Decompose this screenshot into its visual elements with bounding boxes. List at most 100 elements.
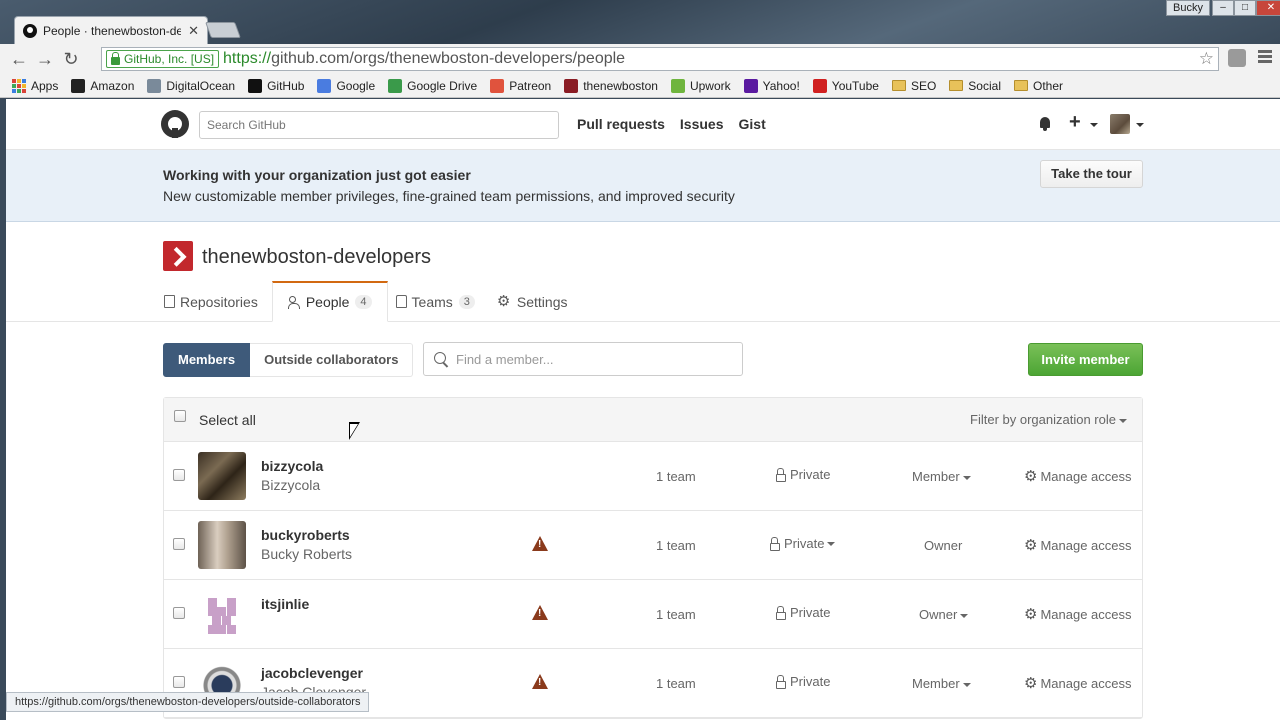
- ev-certificate-badge[interactable]: GitHub, Inc. [US]: [106, 50, 220, 68]
- bookmark-patreon[interactable]: Patreon: [490, 78, 551, 93]
- address-bar[interactable]: GitHub, Inc. [US] https://github.com/org…: [101, 47, 1219, 71]
- url-text[interactable]: https://github.com/orgs/thenewboston-dev…: [223, 50, 625, 68]
- outside-collaborators-tab[interactable]: Outside collaborators: [250, 343, 414, 377]
- header-nav: Pull requests Issues Gist: [577, 116, 766, 132]
- bookmark-youtube[interactable]: YouTube: [812, 78, 879, 93]
- thenewboston-icon: [564, 78, 579, 93]
- tab-close-icon[interactable]: ✕: [188, 23, 199, 39]
- select-all-label[interactable]: Select all: [199, 412, 256, 428]
- member-teams-link[interactable]: 1 team: [656, 469, 696, 484]
- bookmark-social[interactable]: Social: [949, 79, 1001, 93]
- two-factor-warning-icon[interactable]: [532, 674, 548, 689]
- member-checkbox[interactable]: [173, 607, 185, 619]
- tab-repositories[interactable]: Repositories: [156, 281, 272, 322]
- manage-access-button[interactable]: ⚙ Manage access: [1024, 605, 1132, 623]
- manage-access-button[interactable]: ⚙ Manage access: [1024, 467, 1132, 485]
- member-role[interactable]: Owner: [919, 607, 969, 622]
- create-new-icon[interactable]: +: [1069, 111, 1081, 134]
- chevron-down-icon: [962, 682, 971, 687]
- mouse-cursor-icon: [349, 422, 360, 440]
- bookmark-star-icon[interactable]: ☆: [1199, 49, 1214, 69]
- github-search-input[interactable]: [199, 111, 559, 139]
- gear-icon: ⚙: [496, 293, 511, 310]
- filter-label: Filter by organization role: [970, 412, 1116, 427]
- membership-privacy[interactable]: Private: [770, 536, 836, 551]
- member-teams-link[interactable]: 1 team: [656, 538, 696, 553]
- take-the-tour-button[interactable]: Take the tour: [1040, 160, 1143, 188]
- bookmark-label: Google Drive: [407, 78, 478, 93]
- member-avatar[interactable]: [198, 452, 246, 500]
- member-avatar[interactable]: [198, 521, 246, 569]
- nav-pull-requests[interactable]: Pull requests: [577, 116, 665, 132]
- org-announcement-banner: Working with your organization just got …: [6, 150, 1280, 222]
- new-tab-button[interactable]: [205, 22, 241, 38]
- digitalocean-icon: [147, 78, 162, 93]
- member-fullname: Bucky Roberts: [261, 546, 353, 562]
- membership-privacy: Private: [776, 605, 830, 620]
- bookmark-github[interactable]: GitHub: [248, 78, 304, 93]
- members-tab[interactable]: Members: [163, 343, 251, 377]
- filter-role-dropdown[interactable]: Filter by organization role: [970, 412, 1127, 427]
- forward-button[interactable]: →: [32, 46, 58, 72]
- find-member-input[interactable]: [456, 351, 736, 367]
- apps-icon: [12, 78, 26, 93]
- bookmark-google-drive[interactable]: Google Drive: [388, 78, 478, 93]
- member-fullname: Bizzycola: [261, 477, 321, 493]
- tab-people[interactable]: People 4: [271, 281, 388, 322]
- user-avatar[interactable]: [1110, 114, 1130, 134]
- member-teams-link[interactable]: 1 team: [656, 676, 696, 691]
- back-button[interactable]: ←: [6, 46, 32, 72]
- chrome-menu-icon[interactable]: [1258, 50, 1272, 65]
- member-login[interactable]: jacobclevenger: [261, 665, 363, 681]
- members-table-header: Select all Filter by organization role: [164, 398, 1142, 442]
- two-factor-warning-icon[interactable]: [532, 605, 548, 620]
- github-logo-icon[interactable]: [161, 110, 189, 138]
- profile-badge[interactable]: Bucky: [1166, 0, 1210, 16]
- extension-icon[interactable]: [1228, 49, 1246, 67]
- repo-icon: [164, 295, 175, 308]
- bookmark-amazon[interactable]: Amazon: [71, 78, 134, 93]
- find-member-field[interactable]: [423, 342, 743, 376]
- bookmark-thenewboston[interactable]: thenewboston: [564, 78, 658, 93]
- member-login[interactable]: itsjinlie: [261, 596, 309, 612]
- amazon-icon: [71, 78, 86, 93]
- member-checkbox[interactable]: [173, 676, 185, 688]
- member-teams-link[interactable]: 1 team: [656, 607, 696, 622]
- tab-settings[interactable]: ⚙ Settings: [489, 281, 582, 322]
- two-factor-warning-icon[interactable]: [532, 536, 548, 551]
- member-checkbox[interactable]: [173, 538, 185, 550]
- search-icon: [434, 351, 449, 367]
- nav-issues[interactable]: Issues: [680, 116, 724, 132]
- member-avatar[interactable]: [198, 590, 246, 638]
- bookmark-seo[interactable]: SEO: [891, 79, 936, 93]
- manage-access-button[interactable]: ⚙ Manage access: [1024, 536, 1132, 554]
- browser-tab[interactable]: People · thenewboston-de ✕: [14, 16, 208, 44]
- member-login[interactable]: buckyroberts: [261, 527, 350, 543]
- bookmark-other[interactable]: Other: [1013, 79, 1063, 93]
- invite-member-button[interactable]: Invite member: [1028, 343, 1143, 376]
- org-logo[interactable]: [163, 241, 193, 271]
- bookmark-upwork[interactable]: Upwork: [670, 78, 731, 93]
- bookmark-digitalocean[interactable]: DigitalOcean: [147, 78, 235, 93]
- bookmark-apps[interactable]: Apps: [12, 78, 58, 93]
- member-checkbox[interactable]: [173, 469, 185, 481]
- members-table: Select all Filter by organization role b…: [163, 397, 1143, 719]
- bookmark-yahoo[interactable]: Yahoo!: [743, 78, 800, 93]
- minimize-button[interactable]: –: [1212, 0, 1234, 16]
- member-role[interactable]: Member: [912, 469, 971, 484]
- member-login[interactable]: bizzycola: [261, 458, 323, 474]
- reload-button[interactable]: ↻: [58, 46, 84, 72]
- manage-access-button[interactable]: ⚙ Manage access: [1024, 674, 1132, 692]
- select-all-checkbox[interactable]: [174, 410, 186, 422]
- org-name[interactable]: thenewboston-developers: [202, 246, 431, 269]
- notifications-bell-icon[interactable]: [1038, 116, 1052, 131]
- create-new-caret-icon[interactable]: [1090, 123, 1098, 127]
- member-role[interactable]: Member: [912, 676, 971, 691]
- yahoo-icon: [743, 78, 758, 93]
- nav-gist[interactable]: Gist: [739, 116, 766, 132]
- maximize-button[interactable]: □: [1234, 0, 1256, 16]
- tab-teams[interactable]: Teams 3: [388, 281, 489, 322]
- bookmark-google[interactable]: Google: [317, 78, 375, 93]
- user-menu-caret-icon[interactable]: [1136, 123, 1144, 127]
- close-window-button[interactable]: ✕: [1256, 0, 1280, 16]
